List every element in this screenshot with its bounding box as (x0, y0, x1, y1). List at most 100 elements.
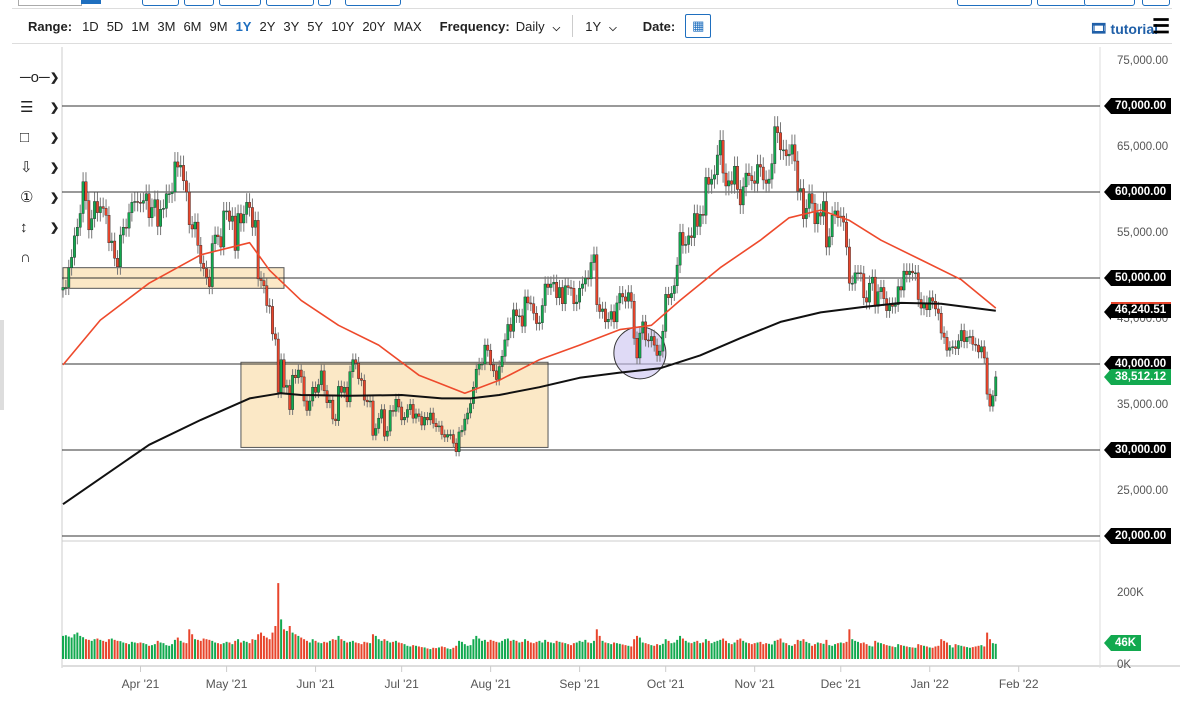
candle (179, 155, 183, 177)
volume-bar (320, 643, 323, 659)
candle (879, 279, 883, 300)
candle-body (339, 386, 343, 393)
candle-body (159, 208, 162, 227)
candle-body (176, 161, 180, 168)
volume-bar (641, 642, 644, 659)
candle-body (506, 324, 510, 341)
candle-body (494, 370, 498, 380)
volume-bar (865, 644, 868, 659)
candle-body (431, 412, 435, 424)
volume-bar (770, 644, 773, 659)
volume-bar (702, 642, 705, 659)
candle-body (406, 409, 409, 418)
candle-body (141, 200, 145, 204)
candle-body (592, 254, 596, 263)
volume-bar (569, 645, 572, 659)
candle-body (741, 186, 745, 206)
candle-body (374, 428, 378, 436)
candle-body (414, 413, 418, 419)
candle-body (750, 175, 754, 182)
candle-body (982, 346, 986, 359)
candle-body (391, 410, 395, 412)
volume-bar (859, 643, 862, 659)
volume-bar (294, 634, 297, 659)
volume-bar (980, 645, 983, 659)
volume-bar (205, 639, 208, 659)
candle-body (888, 304, 891, 311)
volume-bar (331, 639, 334, 659)
volume-bar (314, 640, 317, 659)
candle-body (649, 336, 653, 341)
volume-bar (437, 647, 440, 659)
candle (825, 192, 828, 256)
volume-bar (426, 648, 429, 659)
candle (796, 151, 800, 201)
volume-bar (813, 644, 816, 659)
candle-body (256, 220, 260, 280)
volume-bar (67, 636, 70, 659)
candle-body (124, 227, 128, 229)
candle (773, 116, 777, 174)
volume-bar (656, 644, 659, 659)
candle (67, 259, 71, 296)
volume-bar (512, 639, 515, 659)
volume-bar (722, 638, 725, 659)
candle-body (658, 350, 662, 356)
candle-body (796, 160, 800, 192)
candle-body (104, 208, 108, 216)
volume-bar (957, 645, 960, 659)
candle (934, 293, 937, 317)
volume-bar (260, 632, 263, 659)
volume-bar (142, 643, 145, 659)
candle-body (879, 287, 883, 292)
candle-body (756, 164, 759, 184)
volume-bar (440, 646, 443, 659)
volume-bar (288, 626, 291, 659)
candle-body (251, 207, 254, 228)
volume-bar (219, 644, 222, 659)
candle-body (492, 364, 495, 372)
candle (515, 302, 518, 323)
volume-bar (661, 643, 664, 659)
candle (982, 340, 986, 365)
candle-body (75, 227, 79, 237)
volume-bar (443, 647, 446, 659)
candle-body (959, 330, 963, 341)
candle-body (598, 304, 602, 312)
candle-body (552, 282, 556, 285)
candle (632, 293, 636, 345)
candle (988, 388, 992, 412)
volume-bar (782, 642, 785, 659)
candle-body (98, 206, 102, 213)
volume-bar (194, 639, 197, 659)
volume-bar (351, 640, 354, 659)
y-tick-label: 25,000.00 (1117, 485, 1169, 497)
volume-bar (254, 639, 257, 659)
candle-body (362, 380, 366, 401)
candle-body (207, 276, 211, 287)
volume-bar (897, 644, 900, 659)
volume-bar (420, 647, 423, 659)
candle-body (721, 140, 725, 174)
candle-body (704, 177, 708, 216)
price-chart[interactable] (0, 0, 1180, 701)
candle-body (549, 283, 553, 288)
volume-bar (334, 639, 337, 659)
candle (509, 317, 513, 339)
volume-bar (452, 647, 455, 659)
candle-body (759, 164, 762, 168)
volume-bar (917, 644, 920, 659)
volume-bar (481, 640, 484, 659)
volume-bar (831, 645, 834, 659)
candle-body (672, 285, 676, 294)
volume-bar (271, 632, 274, 659)
candle-body (101, 206, 105, 209)
candle (968, 329, 972, 345)
candle (738, 180, 742, 214)
candle-body (380, 409, 383, 419)
volume-bar (544, 639, 547, 659)
candle (558, 279, 561, 306)
candle-body (182, 165, 185, 182)
candle-body (377, 417, 381, 429)
y-tick-label: 30,000.00 (1103, 442, 1172, 458)
